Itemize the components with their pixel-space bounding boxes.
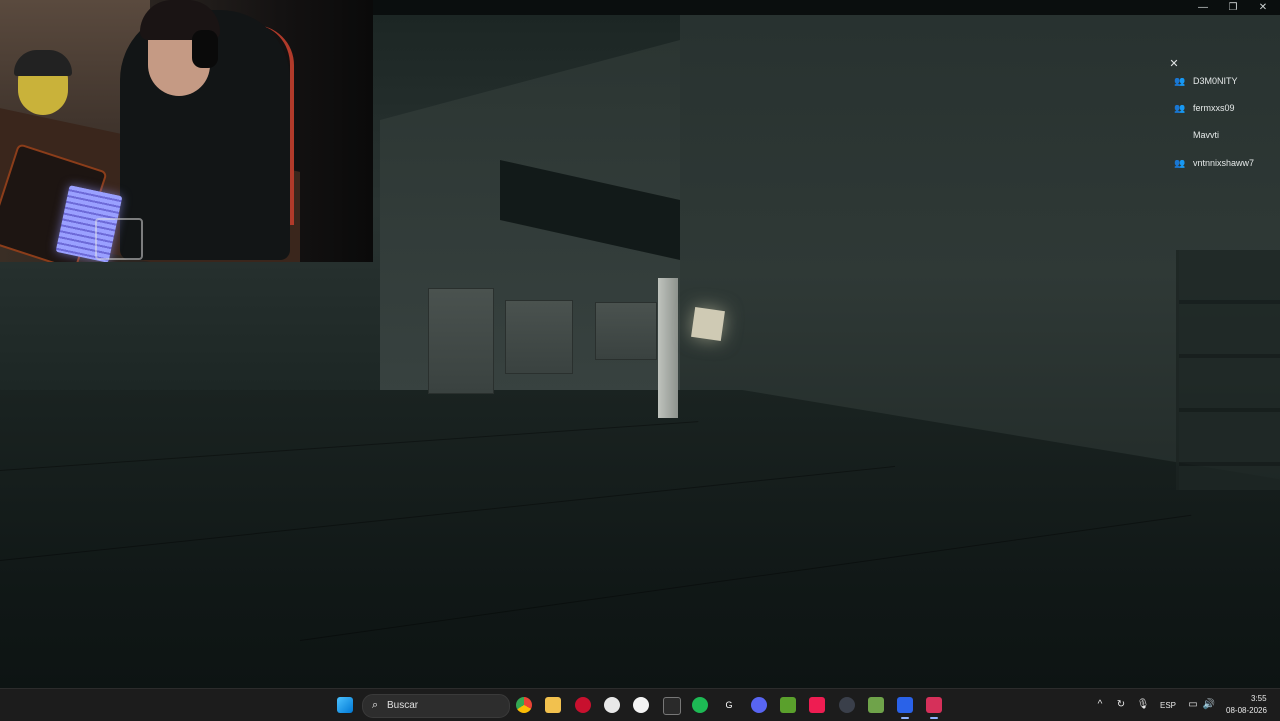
logitech-g-icon[interactable]: G: [721, 697, 737, 713]
minimize-button[interactable]: —: [1188, 0, 1218, 15]
friend-name: vntnnixshaww7: [1193, 158, 1255, 168]
roblox-icon[interactable]: [897, 697, 913, 713]
friend-item[interactable]: Mavvti: [1166, 124, 1280, 148]
paper-note[interactable]: [691, 307, 725, 341]
open-door[interactable]: [658, 278, 678, 418]
windows-start-icon[interactable]: [337, 697, 353, 713]
chrome-icon[interactable]: [516, 697, 532, 713]
volume-icon[interactable]: 🔊: [1202, 698, 1216, 712]
clock-app-icon[interactable]: [604, 697, 620, 713]
search-icon: ⌕: [372, 699, 379, 711]
close-window-button[interactable]: ✕: [1248, 0, 1278, 15]
metal-shelf: [1176, 250, 1280, 490]
friend-item[interactable]: 👥 fermxxs09: [1166, 97, 1280, 121]
drawer-cabinet: [505, 300, 573, 374]
discord-icon[interactable]: [751, 697, 767, 713]
friend-name: Mavvti: [1193, 130, 1220, 140]
chevron-up-icon[interactable]: ^: [1093, 698, 1107, 712]
group-icon: 👥: [1174, 103, 1186, 113]
file-explorer-icon[interactable]: [545, 697, 561, 713]
friend-name: fermxxs09: [1193, 103, 1235, 113]
maximize-button[interactable]: ❐: [1218, 0, 1248, 15]
tiktok-icon[interactable]: [809, 697, 825, 713]
close-icon[interactable]: ✕: [1168, 58, 1180, 70]
sync-icon[interactable]: ↻: [1114, 698, 1128, 712]
group-icon: 👥: [1174, 76, 1186, 86]
clock-time[interactable]: 3:55: [1251, 694, 1267, 704]
spotify-icon[interactable]: [692, 697, 708, 713]
search-box[interactable]: ⌕ Buscar: [362, 694, 510, 718]
clock-date[interactable]: 08-08-2026: [1226, 706, 1267, 716]
microphone-icon[interactable]: 🎙: [1136, 698, 1150, 712]
group-icon: 👥: [1174, 158, 1186, 168]
active-indicator: [930, 717, 938, 719]
drawer-cabinet: [595, 302, 657, 360]
taskbar: ⌕ Buscar G ^ ↻ 🎙 ESP ▭ 🔊 3:55 08-08-2026: [0, 688, 1280, 721]
webcam-headphones: [192, 30, 218, 68]
language-indicator[interactable]: ESP: [1160, 701, 1176, 711]
roblox-studio-icon[interactable]: [926, 697, 942, 713]
active-indicator: [901, 717, 909, 719]
friend-name: D3M0NITY: [1193, 76, 1238, 86]
epic-games-icon[interactable]: [663, 697, 681, 715]
app-red-icon[interactable]: [575, 697, 591, 713]
monitor-icon[interactable]: ▭: [1186, 698, 1200, 712]
game-wall-left: [0, 260, 420, 400]
webcam-mug: [95, 218, 143, 260]
game-app-icon[interactable]: [868, 697, 884, 713]
locker-cabinet: [428, 288, 494, 394]
friend-item[interactable]: 👥 D3M0NITY: [1166, 70, 1280, 94]
webcam-overlay: [0, 0, 373, 262]
search-placeholder: Buscar: [387, 700, 419, 711]
app-round-icon[interactable]: [633, 697, 649, 713]
minecraft-icon[interactable]: [780, 697, 796, 713]
friend-item[interactable]: 👥 vntnnixshaww7: [1166, 152, 1280, 176]
steam-icon[interactable]: [839, 697, 855, 713]
